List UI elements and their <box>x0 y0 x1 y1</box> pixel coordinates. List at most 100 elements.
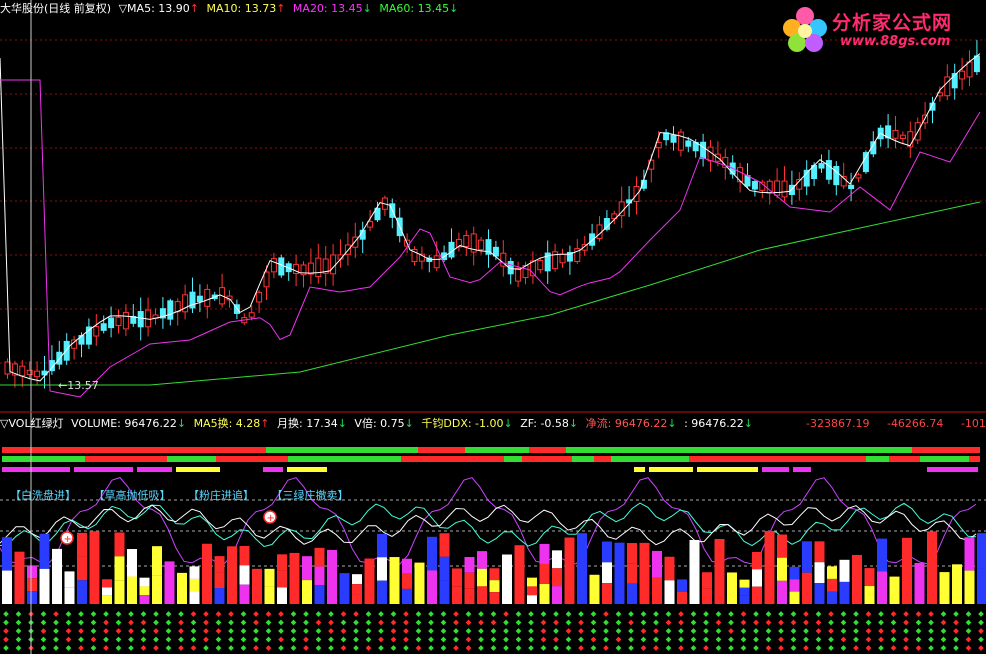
signal-tags: 【白洗盘进】 【草高抛低吸】 【粉庄进追】 【三绿庄撤卖】 <box>10 487 363 503</box>
volume-bar-segment <box>652 577 662 604</box>
signal-dot <box>340 636 347 643</box>
candle-down <box>196 295 203 303</box>
signal-dot <box>715 611 722 617</box>
volume-bar-segment <box>552 568 562 587</box>
signal-dot <box>865 611 872 617</box>
signal-dot <box>890 636 897 643</box>
volume-bar-segment <box>452 568 462 587</box>
candle-up <box>463 235 470 247</box>
signal-dot <box>265 645 272 651</box>
signal-dot <box>928 611 934 617</box>
signal-dot <box>303 611 309 617</box>
volume-bar-segment <box>752 569 762 587</box>
candle-up <box>330 254 337 275</box>
signal-dot <box>903 611 909 617</box>
volume-bar-segment <box>939 572 950 604</box>
signal-dot <box>390 645 397 651</box>
volume-bar-segment <box>139 586 150 596</box>
signal-band-segment <box>17 456 85 462</box>
signal-dot <box>703 611 709 617</box>
volume-bar-segment <box>39 533 50 569</box>
candle-down <box>278 257 285 276</box>
signal-dot <box>165 645 172 651</box>
signal-dot <box>728 645 734 651</box>
candle-down <box>603 218 610 230</box>
volume-bar-segment <box>514 545 525 604</box>
volume-bar-segment <box>627 543 637 564</box>
signal-dot <box>503 628 509 634</box>
signal-dot <box>590 645 597 651</box>
signal-dot <box>965 611 972 617</box>
volume-bar-segment <box>289 552 300 604</box>
signal-dot <box>865 636 872 643</box>
volume-bar-segment <box>827 566 837 579</box>
stock-title: 大华股份(日线 前复权) <box>0 2 112 15</box>
signal-dot <box>228 636 234 643</box>
signal-dot <box>928 636 934 643</box>
signal-dot <box>690 628 697 634</box>
signal-dot <box>803 636 809 643</box>
signal-dot <box>478 645 484 651</box>
signal-dot <box>478 636 484 643</box>
signal-dot <box>453 619 459 626</box>
signal-band-segment <box>266 447 281 453</box>
signal-dot <box>178 636 184 643</box>
signal-dot <box>15 636 22 643</box>
signal-dot <box>3 628 9 634</box>
volume-bar-segment <box>739 579 750 588</box>
signal-band-segment <box>634 467 645 472</box>
signal-dot <box>403 645 409 651</box>
signal-dot <box>815 619 822 626</box>
signal-dot <box>553 636 559 643</box>
volume-bar-segment <box>539 543 550 564</box>
signal-dot <box>715 619 722 626</box>
signal-band-segment <box>689 456 744 462</box>
signal-dot <box>78 645 84 651</box>
volume-bar-segment <box>777 534 787 558</box>
signal-dot <box>128 645 134 651</box>
candle-up <box>263 271 270 288</box>
signal-dot <box>440 645 447 651</box>
signal-dot <box>678 636 684 643</box>
volume-bar-segment <box>127 549 137 577</box>
volume-bar-segment <box>827 591 837 604</box>
signal-dot <box>528 628 534 634</box>
signal-dot <box>578 636 584 643</box>
signal-dot <box>728 611 734 617</box>
signal-dot <box>515 636 522 643</box>
signal-dot <box>728 619 734 626</box>
moving-average-lines <box>0 53 981 398</box>
volume-bar-segment <box>302 580 312 604</box>
volume-bar-segment <box>777 557 787 581</box>
volume-bar-segment <box>277 587 287 604</box>
signal-dot <box>603 611 609 617</box>
volume-bar-segment <box>14 551 25 604</box>
right-values: -323867.19 -46266.74 -101 <box>806 417 986 431</box>
volume-bar-segment <box>602 562 612 584</box>
candle-down <box>137 311 144 328</box>
signal-band-segment <box>145 447 171 453</box>
signal-band-segment <box>793 467 811 472</box>
volume-bar-segment <box>427 570 437 604</box>
chart-stage[interactable]: ++ <box>0 0 986 654</box>
volume-bar-segment <box>364 558 375 604</box>
signal-dot <box>678 645 684 651</box>
signal-dot <box>315 645 322 651</box>
signal-dot <box>428 628 434 634</box>
signal-dot <box>803 628 809 634</box>
candlestick-series <box>4 40 980 389</box>
volume-bar-segment <box>927 531 937 604</box>
signal-dot <box>753 611 759 617</box>
signal-dot <box>790 636 797 643</box>
signal-dot <box>315 619 322 626</box>
volume-bar-segment <box>527 577 537 587</box>
signal-dot <box>290 645 297 651</box>
volume-bar-segment <box>602 541 612 563</box>
signal-band-segment <box>649 467 693 472</box>
signal-dot <box>228 628 234 634</box>
signal-dot <box>715 628 722 634</box>
ind-volume: VOLUME: 96476.22↓ <box>71 417 187 430</box>
signal-dot <box>765 645 772 651</box>
volume-bar-segment <box>952 564 962 604</box>
signal-dot <box>778 645 784 651</box>
